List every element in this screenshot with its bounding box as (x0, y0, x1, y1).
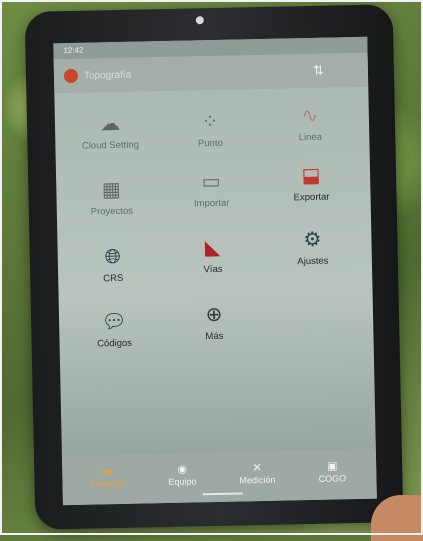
menu-label: Exportar (293, 191, 330, 204)
globe-icon: 🌐︎ (104, 245, 121, 269)
app-header: Topografía ⇅ (53, 52, 369, 94)
gear-icon: ⚙ (303, 228, 322, 252)
menu-item-importar[interactable]: ▭ Importar (161, 169, 262, 210)
plus-icon: ⊕ (205, 303, 223, 327)
front-camera (195, 16, 204, 25)
nav-tab-medicion[interactable]: ✕ Medición (222, 460, 292, 485)
cloud-setting-icon: ☁ (99, 112, 121, 136)
menu-label: Importar (193, 197, 230, 210)
app-name: Topografía (83, 69, 132, 82)
menu-item-mas[interactable]: ⊕ Más (164, 302, 265, 343)
nav-tab-proyecto[interactable]: ▬ Proyecto (72, 464, 142, 489)
projects-icon: ▦ (101, 178, 122, 202)
menu-label: Proyectos (90, 205, 134, 218)
menu-item-crs[interactable]: 🌐︎ CRS (63, 244, 164, 285)
nav-label: COGO (318, 473, 347, 484)
cogo-icon: ▣ (326, 460, 338, 473)
menu-grid: ☁ Cloud Setting ⁘ Punto ∿ Linea ▦ Proyec… (54, 95, 368, 350)
device-icon: ◉ (177, 463, 188, 476)
nav-tab-cogo[interactable]: ▣ COGO (297, 459, 367, 484)
menu-item-linea[interactable]: ∿ Linea (260, 103, 361, 144)
cloud-sync-icon[interactable]: ⇅ (313, 63, 324, 79)
menu-label: Vías (203, 263, 223, 276)
gesture-handle[interactable] (202, 492, 243, 496)
menu-item-vias[interactable]: ◣ Vías (162, 235, 263, 276)
menu-label: Linea (298, 131, 323, 144)
menu-item-punto[interactable]: ⁘ Punto (160, 109, 261, 150)
measure-icon: ✕ (252, 462, 262, 475)
menu-label: Ajustes (297, 255, 329, 268)
nav-label: Proyecto (89, 477, 126, 489)
export-icon: ⬓ (301, 164, 321, 188)
bottom-nav: ▬ Proyecto ◉ Equipo ✕ Medición ▣ COGO (61, 448, 377, 506)
line-icon: ∿ (301, 104, 319, 128)
nav-label: Medición (239, 474, 276, 486)
road-icon: ◣ (204, 236, 221, 260)
import-icon: ▭ (201, 170, 221, 194)
folder-icon: ▬ (101, 464, 113, 477)
menu-label: CRS (103, 272, 124, 285)
nav-tab-equipo[interactable]: ◉ Equipo (147, 462, 217, 487)
tablet-screen: 12:42 Topografía ⇅ ☁ Cloud Setting ⁘ Pun… (53, 36, 377, 506)
status-time: 12:42 (63, 45, 84, 56)
menu-label: Cloud Setting (81, 139, 140, 152)
menu-item-ajustes[interactable]: ⚙ Ajustes (262, 227, 363, 268)
menu-label: Más (205, 330, 224, 343)
tablet-device: 12:42 Topografía ⇅ ☁ Cloud Setting ⁘ Pun… (24, 4, 404, 530)
menu-item-codigos[interactable]: 💬︎ Códigos (64, 309, 165, 350)
menu-item-cloud-setting[interactable]: ☁ Cloud Setting (60, 111, 161, 152)
nav-label: Equipo (168, 476, 197, 487)
menu-item-proyectos[interactable]: ▦ Proyectos (61, 177, 162, 218)
menu-label: Punto (197, 137, 223, 150)
app-logo-icon (63, 68, 79, 84)
code-chat-icon: 💬︎ (101, 310, 128, 334)
menu-item-exportar[interactable]: ⬓ Exportar (261, 163, 362, 204)
point-icon: ⁘ (201, 110, 219, 134)
menu-label: Códigos (97, 337, 133, 350)
